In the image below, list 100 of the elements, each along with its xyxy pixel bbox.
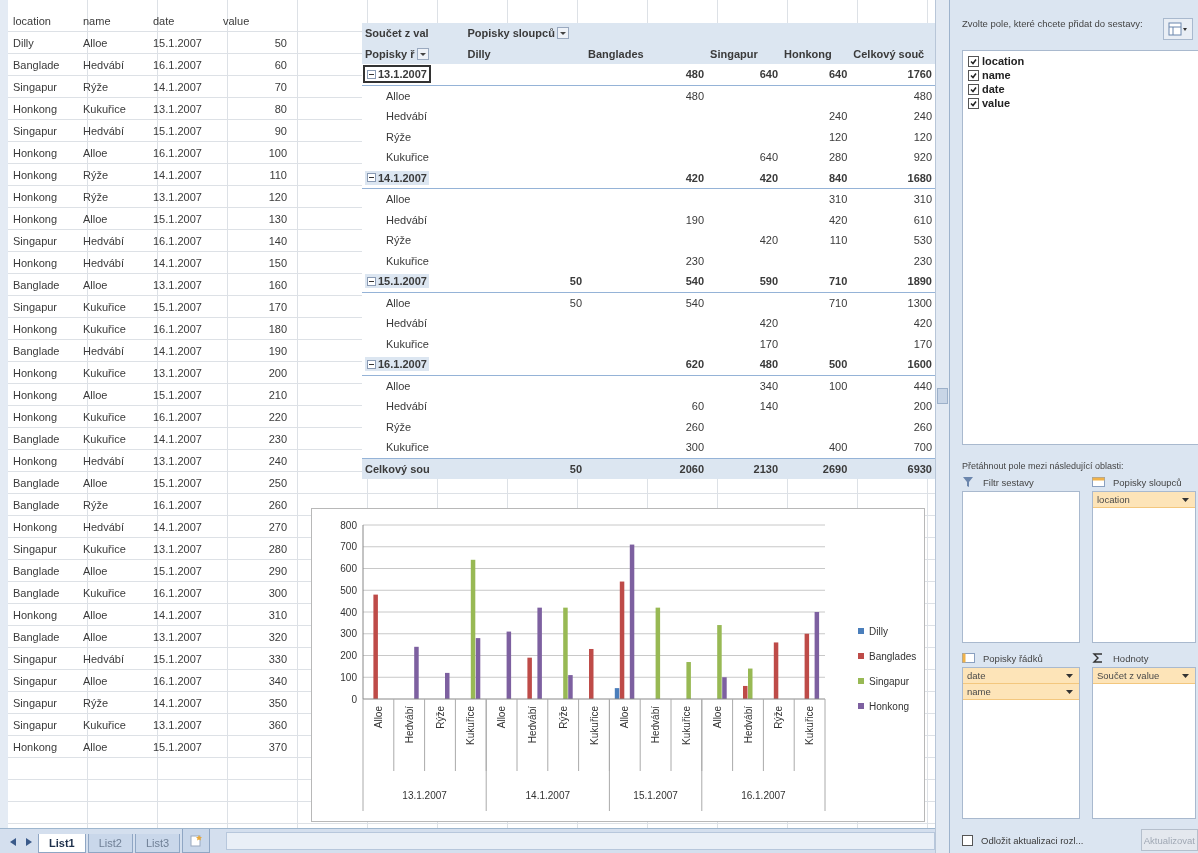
column-header: Celkový souč [850, 43, 935, 64]
pivot-cell: 240 [828, 110, 848, 123]
checkbox[interactable] [968, 69, 979, 81]
pivot-cell: 530 [913, 234, 932, 247]
pivot-cell: 540 [685, 296, 705, 309]
dropdown-icon [416, 47, 429, 60]
table-cell-text: 180 [267, 322, 288, 337]
table-cell-text: 15.1.2007 [152, 124, 203, 139]
table-cell-text: Alloe [82, 278, 109, 293]
vertical-scrollbar[interactable] [935, 0, 950, 853]
checkbox[interactable] [968, 83, 979, 95]
pivot-cell: 710 [828, 296, 848, 309]
column-header: location [12, 14, 52, 29]
dropdown-arrow-icon [1182, 673, 1189, 678]
table-cell-text: Alloe [82, 674, 109, 689]
pivot-row-label: Rýže [386, 130, 412, 143]
table-cell-text: Banglade [12, 476, 61, 491]
column-header: date [152, 14, 176, 29]
pivot-cell: 50 [569, 296, 582, 309]
pivot-row-label: Kukuřice [386, 337, 429, 350]
field-label: value [982, 97, 1011, 109]
table-cell-text: Honkong [12, 388, 59, 403]
table-cell-text: 16.1.2007 [152, 322, 203, 337]
pivot-row-label: Hedvábí [386, 110, 427, 123]
pivot-cell: 400 [828, 441, 848, 454]
pivot-cell: 2130 [753, 462, 779, 475]
table-cell-text: 280 [267, 542, 288, 557]
chart-bar [804, 633, 810, 699]
table-cell-text: 150 [267, 256, 288, 271]
horizontal-scrollbar[interactable] [226, 832, 935, 850]
category-label: Rýže [773, 706, 785, 729]
pivot-cell: 1600 [907, 358, 932, 371]
category-label: Kukuřice [804, 706, 816, 745]
pivot-cell: 1760 [907, 68, 932, 81]
pivot-cell: 500 [828, 358, 848, 371]
table-cell-text: Kukuřice [82, 586, 127, 601]
drop-area[interactable]: date name [962, 667, 1080, 819]
table-cell-text: 330 [267, 652, 288, 667]
field-pill[interactable]: date [963, 668, 1079, 684]
table-cell-text: Rýže [82, 168, 110, 183]
table-cell-text: 360 [267, 718, 288, 733]
pivot-group-label[interactable]: 16.1.2007 [365, 357, 429, 372]
checkbox[interactable] [968, 55, 979, 67]
sheet-tab[interactable]: List1 [38, 834, 86, 853]
table-cell-text: 240 [267, 454, 288, 469]
table-cell-text: 220 [267, 410, 288, 425]
category-label: Hedvábí [742, 706, 754, 744]
legend-label: Honkong [869, 700, 910, 712]
pivot-cell: 840 [828, 171, 848, 184]
category-group-label: 14.1.2007 [525, 790, 571, 801]
pivot-row-label: Kukuřice [386, 151, 429, 164]
field-pill[interactable]: name [963, 684, 1079, 700]
area-title: Filtr sestavy [983, 476, 1034, 488]
table-cell-text: 13.1.2007 [152, 630, 203, 645]
table-cell-text: 14.1.2007 [152, 432, 203, 447]
table-cell-text: 14.1.2007 [152, 696, 203, 711]
drop-area[interactable]: Součet z value [1092, 667, 1196, 819]
table-cell-text: Singapur [12, 674, 59, 689]
pivot-row-label: Hedvábí [386, 400, 427, 413]
column-header: value [222, 14, 251, 29]
scroll-right-icon [24, 837, 34, 847]
table-cell-text: Hedvábí [82, 58, 125, 73]
pivot-cell: 640 [759, 151, 779, 164]
pivot-header-cell: Popisky ř [365, 47, 415, 60]
checkbox[interactable] [968, 97, 979, 109]
pivot-group-label[interactable]: 14.1.2007 [365, 170, 429, 185]
category-label: Alloe [711, 706, 723, 729]
pivot-cell: 420 [913, 317, 932, 330]
pivot-cell: 200 [913, 400, 932, 413]
table-cell-text: Singapur [12, 718, 59, 733]
table-cell-text: Kukuřice [82, 410, 127, 425]
field-pill[interactable]: location [1093, 492, 1195, 508]
field-pill[interactable]: Součet z value [1093, 668, 1195, 684]
table-cell-text: 14.1.2007 [152, 256, 203, 271]
collapse-icon [367, 173, 376, 183]
pivot-header-cell: Popisky sloupců [467, 27, 555, 40]
drop-area[interactable]: location [1092, 491, 1196, 643]
pivot-cell: 310 [828, 193, 848, 206]
table-cell-text: Rýže [82, 696, 110, 711]
table-cell-text: 14.1.2007 [152, 80, 203, 95]
category-group-label: 13.1.2007 [402, 790, 447, 801]
table-cell-text: Kukuřice [82, 542, 127, 557]
pivot-row-label: Kukuřice [386, 254, 429, 267]
category-label: Rýže [434, 706, 446, 729]
pivot-cell: 420 [828, 213, 848, 226]
table-cell-text: 190 [267, 344, 288, 359]
pivot-cell: 640 [828, 68, 848, 81]
table-cell-text: Banglade [12, 344, 61, 359]
table-cell-text: 16.1.2007 [152, 410, 203, 425]
table-cell-text: 320 [267, 630, 288, 645]
panel-prompt: Zvolte pole, které chcete přidat do sestavy: [962, 18, 1144, 29]
category-label: Hedvábí [650, 706, 662, 744]
axis-tick-label: 0 [351, 693, 357, 705]
pivot-cell: 6930 [907, 462, 932, 475]
table-cell-text: Alloe [82, 388, 109, 403]
pivot-cell: 590 [759, 275, 779, 288]
pivot-group-label[interactable]: 13.1.2007 [365, 67, 429, 82]
pivot-group-label[interactable]: 15.1.2007 [365, 274, 429, 289]
checkbox[interactable] [962, 834, 973, 846]
legend-label: Singapur [869, 675, 910, 687]
